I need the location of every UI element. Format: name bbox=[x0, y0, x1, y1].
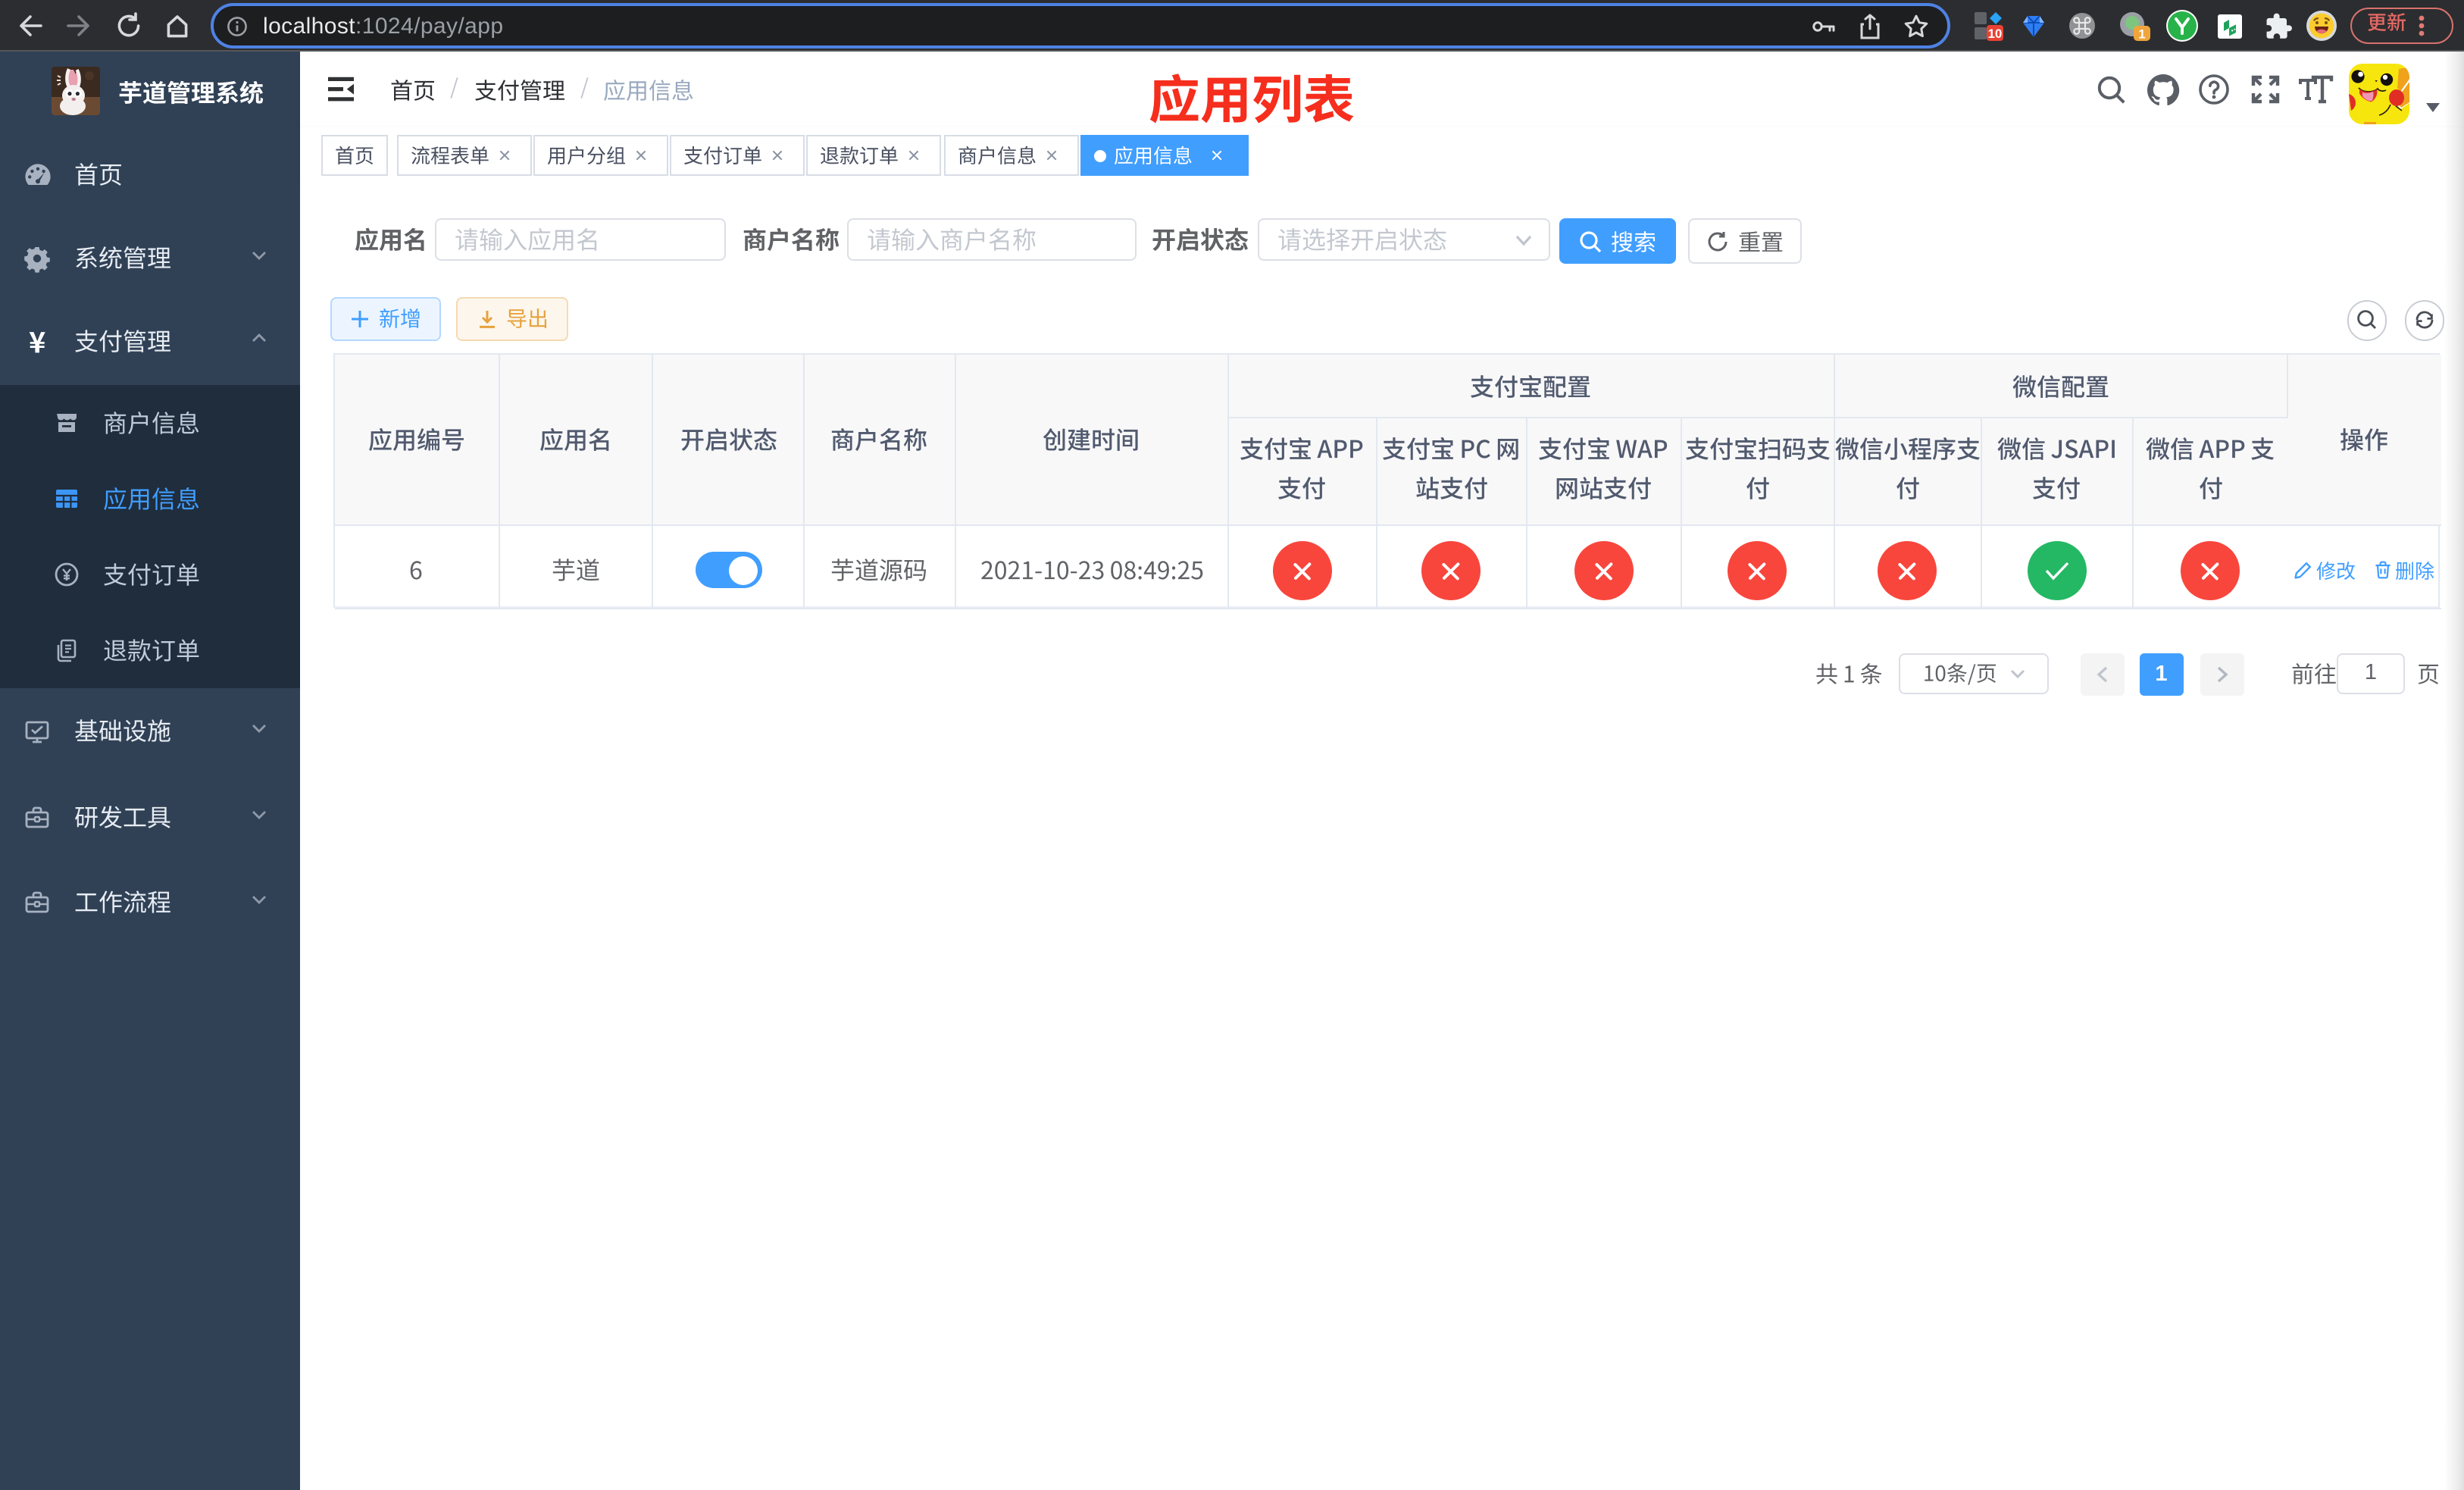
svg-text:10: 10 bbox=[1988, 27, 2003, 41]
svg-text:1: 1 bbox=[2137, 27, 2144, 41]
